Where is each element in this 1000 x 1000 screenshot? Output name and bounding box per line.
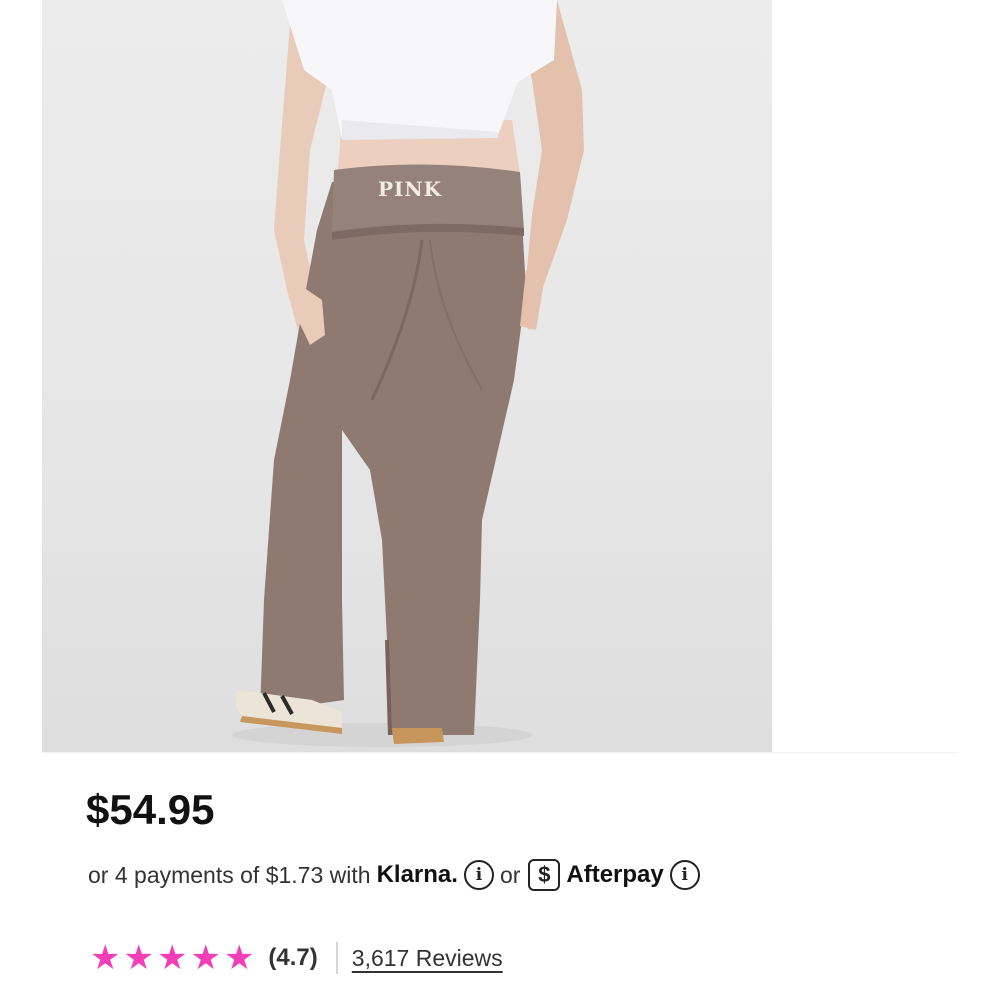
reviews-link[interactable]: 3,617 Reviews [352, 945, 503, 972]
star-icon: ★ [156, 939, 188, 977]
klarna-info-icon[interactable]: i [463, 860, 494, 890]
payment-options: or 4 payments of $1.73 with Klarna. i or… [88, 858, 700, 892]
waistband-brand-text: PINK [378, 177, 442, 201]
rating-separator [335, 942, 338, 974]
klarna-label[interactable]: Klarna. [377, 861, 458, 889]
cash-app-icon: $ [528, 859, 561, 891]
star-icon: ★ [90, 939, 121, 977]
installment-text: or 4 payments of $1.73 with [88, 861, 371, 888]
rating-value: (4.7) [268, 944, 318, 971]
star-rating: ★ ★ ★ ★ ★ [90, 941, 254, 975]
star-icon: ★ [223, 939, 255, 977]
afterpay-label[interactable]: Afterpay [566, 861, 663, 889]
product-rating: ★ ★ ★ ★ ★ (4.7) 3,617 Reviews [90, 938, 503, 978]
product-price: $54.95 [86, 786, 215, 833]
star-icon: ★ [190, 939, 221, 977]
or-text: or [499, 861, 521, 888]
divider [42, 752, 958, 753]
product-image: PINK [42, 0, 772, 752]
star-icon: ★ [123, 939, 154, 977]
afterpay-info-icon[interactable]: i [669, 860, 700, 890]
